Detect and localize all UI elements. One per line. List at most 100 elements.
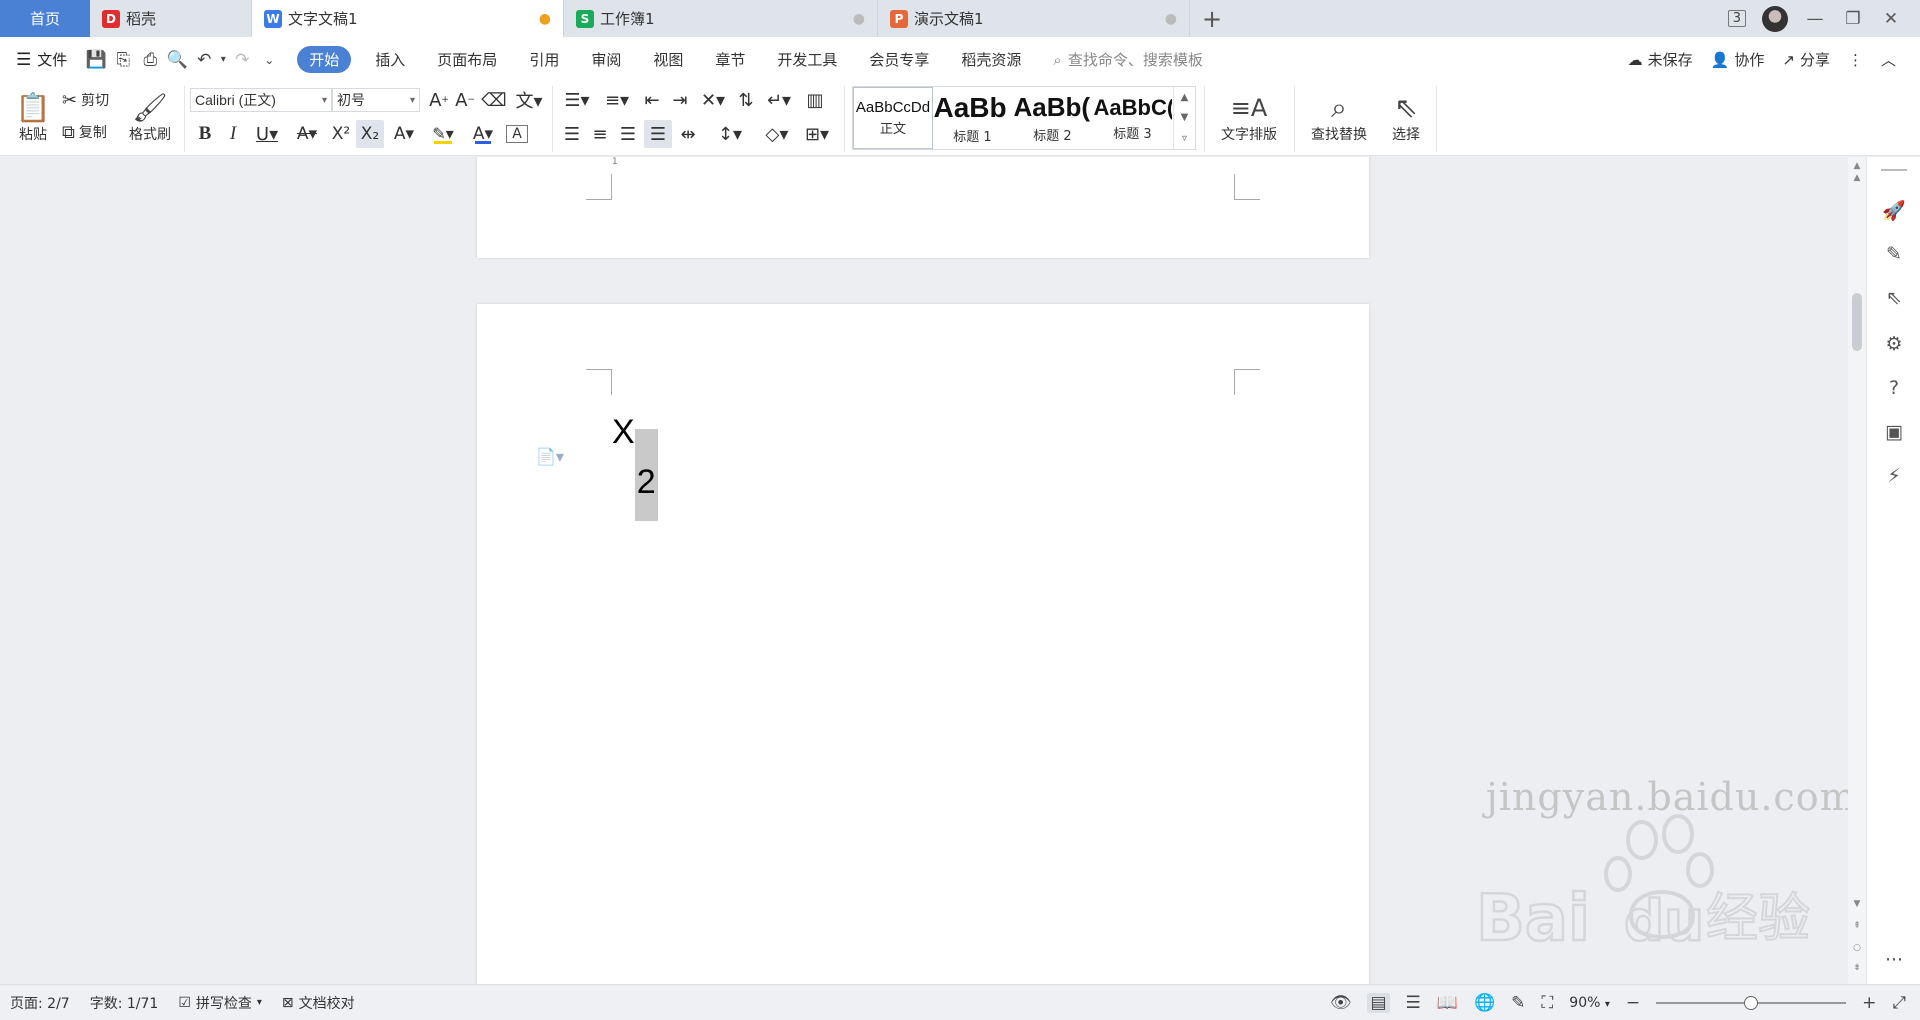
italic-icon[interactable]: I (222, 122, 244, 146)
pen-icon[interactable]: ✎ (1881, 241, 1907, 267)
bold-icon[interactable]: B (194, 122, 216, 146)
bullet-list-icon[interactable]: ☰▾ (560, 88, 594, 112)
print-icon[interactable]: ⎙ (137, 47, 163, 73)
quick-access-more-icon[interactable]: ⌄ (256, 47, 282, 73)
page-indicator[interactable]: 页面: 2/7 (10, 993, 70, 1013)
eye-icon[interactable]: 👁 (1330, 993, 1352, 1013)
tab-review[interactable]: 审阅 (591, 49, 621, 70)
borders-icon[interactable]: ⊞▾ (800, 122, 834, 146)
cut-button[interactable]: ✂ 剪切 (62, 88, 109, 112)
zoom-dropdown[interactable]: 90% ▾ (1569, 995, 1610, 1011)
clear-format-icon[interactable]: ⌫ (481, 88, 506, 112)
table-of-marks-icon[interactable]: ▥ (802, 88, 828, 112)
align-left-icon[interactable]: ☰ (560, 122, 584, 146)
collab-button[interactable]: 👤 协作 (1711, 49, 1765, 70)
document-area[interactable]: 1 📄▾ X 2 Bai du 经验 jingyan.baidu.com (0, 157, 1848, 984)
shading-icon[interactable]: ◇▾ (760, 122, 794, 146)
close-dot-icon[interactable]: ● (853, 11, 865, 27)
next-page-icon[interactable]: ⇟ (1848, 963, 1866, 973)
web-view-icon[interactable]: 🌐 (1474, 993, 1495, 1013)
write-mode-icon[interactable]: ✎ (1511, 993, 1525, 1013)
increase-indent-icon[interactable]: ⇥ (668, 88, 692, 112)
superscript-icon[interactable]: X² (328, 122, 354, 146)
tab-spreadsheet[interactable]: S 工作簿1 ● (564, 0, 878, 37)
tab-insert[interactable]: 插入 (375, 49, 405, 70)
scroll-down-icon[interactable]: ▼ (1848, 899, 1866, 909)
more-options-icon[interactable]: ⋮ (1848, 51, 1863, 69)
more-icon[interactable]: ··· (1881, 947, 1907, 973)
sliders-icon[interactable]: ⚙ (1881, 331, 1907, 357)
new-tab-button[interactable]: + (1190, 0, 1234, 37)
redo-icon[interactable]: ↷ (229, 47, 255, 73)
line-spacing-icon[interactable]: ↕▾ (712, 122, 748, 146)
outline-view-icon[interactable]: ☰ (1406, 993, 1421, 1013)
cursor-icon[interactable]: ⇖ (1881, 285, 1907, 311)
format-painter-button[interactable]: 🖌 格式刷 (124, 86, 176, 150)
tab-developer[interactable]: 开发工具 (777, 49, 837, 70)
tab-daoke[interactable]: D 稻壳 (90, 0, 252, 37)
tab-member[interactable]: 会员专享 (869, 49, 929, 70)
word-count[interactable]: 字数: 1/71 (90, 993, 159, 1013)
numbered-list-icon[interactable]: ≡▾ (600, 88, 634, 112)
font-name-select[interactable]: Calibri (正文) ▾ (190, 88, 332, 112)
scroll-up-icon[interactable]: ▲ (1848, 173, 1866, 183)
gallery-expand-icon[interactable]: ▿ (1182, 133, 1187, 144)
undo-dropdown-icon[interactable]: ▾ (218, 47, 228, 73)
page-2[interactable] (477, 304, 1369, 984)
underline-icon[interactable]: U▾ (250, 122, 284, 146)
paste-button[interactable]: 📋 粘贴 (10, 86, 56, 150)
style-normal[interactable]: AaBbCcDd 正文 (853, 87, 933, 149)
text-effect-icon[interactable]: A▾ (388, 122, 420, 146)
select-button[interactable]: ⇖ 选择 (1382, 86, 1430, 150)
close-icon[interactable]: ✕ (1880, 9, 1902, 29)
phonetic-guide-icon[interactable]: 文▾ (512, 88, 546, 112)
share-button[interactable]: ↗ 分享 (1782, 49, 1830, 70)
strikethrough-icon[interactable]: A▾ (290, 122, 324, 146)
distribute-icon[interactable]: ⇹ (676, 122, 700, 146)
find-replace-button[interactable]: ⌕ 查找替换 (1302, 86, 1376, 150)
scrollbar-thumb[interactable] (1852, 293, 1862, 351)
help-icon[interactable]: ? (1881, 375, 1907, 401)
font-color-icon[interactable]: A▾ (466, 122, 500, 146)
restore-icon[interactable]: ❐ (1842, 9, 1864, 29)
tab-home-ribbon[interactable]: 开始 (297, 46, 352, 73)
chevron-up-icon[interactable]: ▲ (1181, 92, 1189, 103)
copy-button[interactable]: ⧉ 复制 (62, 120, 107, 144)
font-size-select[interactable]: 初号 ▾ (332, 88, 420, 112)
print-preview-icon[interactable]: 🔍 (164, 47, 190, 73)
avatar[interactable] (1762, 5, 1788, 32)
align-center-icon[interactable]: ≡ (588, 122, 612, 146)
style-heading-2[interactable]: AaBb( 标题 2 (1013, 87, 1093, 149)
shrink-font-icon[interactable]: A − (454, 88, 476, 112)
highlight-icon[interactable]: ✎▾ (426, 122, 460, 146)
char-border-icon[interactable]: A (506, 125, 528, 143)
unsaved-button[interactable]: ☁ 未保存 (1628, 49, 1693, 70)
vertical-scrollbar[interactable]: ▲ ▲ ▼ ⇞ ○ ⇟ (1848, 157, 1866, 984)
text-layout-button[interactable]: ≡A 文字排版 (1212, 86, 1286, 150)
zoom-slider[interactable] (1656, 995, 1847, 1010)
tab-daoke-resources[interactable]: 稻壳资源 (961, 49, 1021, 70)
unsaved-dot-icon[interactable]: ● (539, 11, 551, 27)
export-pdf-icon[interactable]: ⎘ (110, 47, 136, 73)
fullscreen-icon[interactable]: ⤢ (1892, 993, 1906, 1013)
undo-icon[interactable]: ↶ (191, 47, 217, 73)
align-right-icon[interactable]: ☰ (616, 122, 640, 146)
minimize-icon[interactable]: — (1804, 9, 1826, 29)
scroll-up-icon[interactable]: ▲ (1848, 161, 1866, 171)
grow-font-icon[interactable]: A + (428, 88, 450, 112)
fit-page-icon[interactable]: ⛶ (1541, 993, 1553, 1013)
show-marks-icon[interactable]: ↵▾ (762, 88, 796, 112)
tab-presentation[interactable]: P 演示文稿1 ● (878, 0, 1190, 37)
justify-icon[interactable]: ☰ (644, 120, 672, 148)
zoom-knob[interactable] (1744, 995, 1759, 1010)
style-heading-3[interactable]: AaBbC( 标题 3 (1093, 87, 1173, 149)
image-settings-icon[interactable]: ▣ (1881, 419, 1907, 445)
tab-writer-doc[interactable]: W 文字文稿1 ● (252, 0, 564, 37)
subscript-icon[interactable]: X₂ (356, 120, 384, 148)
chinese-layout-icon[interactable]: ✕▾ (696, 88, 730, 112)
paragraph-options-icon[interactable]: 📄▾ (536, 447, 564, 466)
document-text[interactable]: X 2 (612, 413, 658, 521)
tab-page-layout[interactable]: 页面布局 (437, 49, 497, 70)
prev-page-icon[interactable]: ⇞ (1848, 921, 1866, 931)
tab-home[interactable]: 首页 (0, 0, 90, 37)
